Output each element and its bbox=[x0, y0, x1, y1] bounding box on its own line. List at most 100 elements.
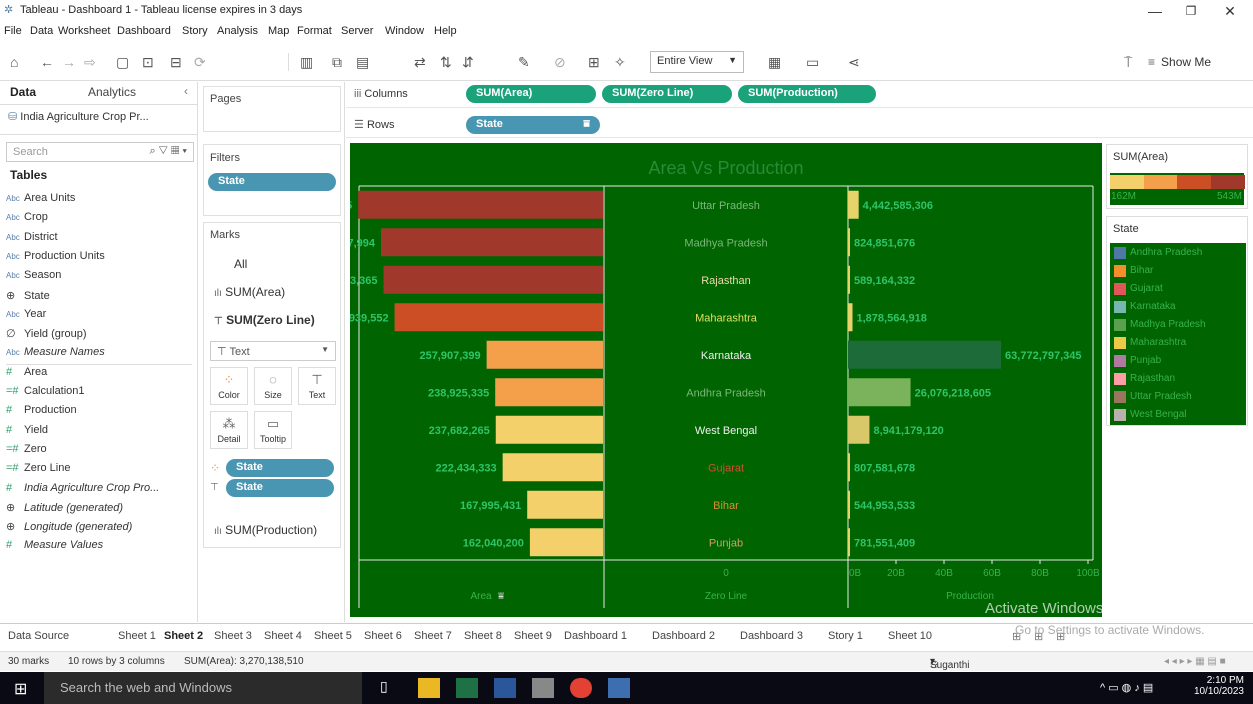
field-item[interactable]: ∅ Yield (group) bbox=[6, 327, 87, 346]
menu-format[interactable]: Format bbox=[297, 25, 332, 37]
menu-window[interactable]: Window bbox=[385, 25, 424, 37]
field-item[interactable]: # Yield bbox=[6, 424, 48, 443]
field-item[interactable]: Abc Season bbox=[6, 269, 61, 288]
task-view-icon[interactable]: ▯ bbox=[380, 678, 402, 698]
pages-card[interactable]: Pages bbox=[203, 86, 341, 132]
field-item[interactable]: # Production bbox=[6, 404, 77, 423]
datasource-item[interactable]: ⛁ India Agriculture Crop Pr... bbox=[8, 110, 149, 123]
field-item[interactable]: =# Zero Line bbox=[6, 462, 70, 481]
replay-icon[interactable]: ⇨ bbox=[84, 52, 96, 72]
sort-desc-icon[interactable]: ⇵ bbox=[462, 52, 474, 72]
field-item[interactable]: Abc Year bbox=[6, 308, 46, 327]
text-state-pill[interactable]: State bbox=[226, 479, 334, 497]
marks-area-tab[interactable]: ılı SUM(Area) bbox=[214, 285, 285, 305]
area-color-legend[interactable]: SUM(Area) 162M 543M bbox=[1106, 144, 1248, 209]
sheet-tab[interactable]: Dashboard 1 bbox=[564, 630, 627, 642]
columns-shelf[interactable]: iii Columns SUM(Area) SUM(Zero Line) SUM… bbox=[346, 82, 1253, 108]
field-item[interactable]: # Measure Values bbox=[6, 539, 103, 558]
menu-file[interactable]: File bbox=[4, 25, 22, 37]
windows-start-icon[interactable]: ⊞ bbox=[14, 679, 27, 699]
tab-data[interactable]: Data bbox=[10, 82, 36, 104]
nav-arrows-icon[interactable]: ◂ ◂ ▸ ▸ ▦ ▤ ■ bbox=[1164, 656, 1226, 667]
menu-worksheet[interactable]: Worksheet bbox=[58, 25, 110, 37]
sheet-tab[interactable]: Data Source bbox=[8, 630, 69, 642]
clear-sheet-icon[interactable]: ▤ bbox=[356, 52, 369, 72]
legend-item[interactable]: Bihar bbox=[1112, 263, 1248, 281]
detail-button[interactable]: ⁂ Detail bbox=[210, 411, 248, 449]
legend-item[interactable]: Andhra Pradesh bbox=[1112, 245, 1248, 263]
taskbar-search[interactable]: Search the web and Windows bbox=[44, 672, 362, 704]
legend-item[interactable]: Maharashtra bbox=[1112, 335, 1248, 353]
marks-all-tab[interactable]: All bbox=[234, 257, 247, 277]
highlight-icon[interactable]: ✎ bbox=[518, 52, 530, 72]
tab-analytics[interactable]: Analytics bbox=[88, 82, 136, 104]
field-item[interactable]: Abc Crop bbox=[6, 211, 48, 230]
pin-icon[interactable]: ⍑ bbox=[1124, 52, 1132, 72]
collapse-icon[interactable]: ‹ bbox=[184, 84, 188, 98]
sheet-tab[interactable]: Sheet 2 bbox=[164, 630, 203, 642]
legend-item[interactable]: Uttar Pradesh bbox=[1112, 389, 1248, 407]
tableau-taskbar-icon[interactable] bbox=[608, 678, 630, 698]
menu-data[interactable]: Data bbox=[30, 25, 53, 37]
group-icon[interactable]: ⊘ bbox=[554, 52, 566, 72]
state-color-legend[interactable]: State Andhra Pradesh Bihar Gujarat Karnatak… bbox=[1106, 216, 1248, 426]
field-item[interactable]: Abc Production Units bbox=[6, 250, 105, 269]
marks-zero-tab[interactable]: ⊤ SUM(Zero Line) bbox=[214, 313, 315, 333]
duplicate-icon[interactable]: ⧉ bbox=[332, 52, 342, 72]
menu-server[interactable]: Server bbox=[341, 25, 373, 37]
field-item[interactable]: Abc District bbox=[6, 231, 58, 250]
sheet-tab[interactable]: Sheet 8 bbox=[464, 630, 502, 642]
new-datasource-icon[interactable]: ⊡ bbox=[142, 52, 154, 72]
legend-item[interactable]: Madhya Pradesh bbox=[1112, 317, 1248, 335]
new-worksheet-icon[interactable]: ▥ bbox=[300, 52, 313, 72]
user-menu[interactable]: ⚇ Suganthi P ▾ bbox=[930, 656, 969, 682]
filters-card[interactable]: Filters State bbox=[203, 144, 341, 216]
sort-asc-icon[interactable]: ⇅ bbox=[440, 52, 452, 72]
refresh-icon[interactable]: ⟳ bbox=[194, 52, 206, 72]
field-item[interactable]: ⊕ Latitude (generated) bbox=[6, 501, 123, 520]
field-item[interactable]: Abc Area Units bbox=[6, 192, 75, 211]
sheet-tab[interactable]: Sheet 7 bbox=[414, 630, 452, 642]
legend-item[interactable]: Rajasthan bbox=[1112, 371, 1248, 389]
color-button[interactable]: ⁘ Color bbox=[210, 367, 248, 405]
field-item[interactable]: =# Zero bbox=[6, 443, 47, 462]
menu-analysis[interactable]: Analysis bbox=[217, 25, 258, 37]
search-input[interactable]: Search ⌕ ▽ ▦ ▾ bbox=[6, 142, 194, 162]
marks-production-tab[interactable]: ılı SUM(Production) bbox=[214, 523, 317, 543]
presentation-icon[interactable]: ▭ bbox=[806, 52, 819, 72]
rows-shelf[interactable]: ☰ Rows State ⩸ bbox=[346, 112, 1253, 138]
show-labels-icon[interactable]: ⊞ bbox=[588, 52, 600, 72]
system-tray-icon[interactable]: ^ ▭ ◍ ♪ ▤ bbox=[1100, 681, 1153, 694]
sheet-tab[interactable]: Sheet 5 bbox=[314, 630, 352, 642]
sheet-tab[interactable]: Sheet 9 bbox=[514, 630, 552, 642]
legend-item[interactable]: West Bengal bbox=[1112, 407, 1248, 425]
chrome-icon[interactable] bbox=[570, 678, 592, 698]
calculator-icon[interactable] bbox=[532, 678, 554, 698]
chart-area[interactable]: Area Vs Production 542,672,635 Uttar Prade… bbox=[350, 143, 1102, 617]
close-button[interactable]: ✕ bbox=[1212, 0, 1248, 22]
fit-select[interactable]: Entire View ▼ bbox=[650, 51, 744, 73]
size-button[interactable]: ◌ Size bbox=[254, 367, 292, 405]
row-pill-state[interactable]: State ⩸ bbox=[466, 116, 600, 134]
legend-item[interactable]: Punjab bbox=[1112, 353, 1248, 371]
col-pill-production[interactable]: SUM(Production) bbox=[738, 85, 876, 103]
show-me-button[interactable]: ≡ Show Me bbox=[1148, 52, 1211, 72]
sheet-tab[interactable]: Sheet 6 bbox=[364, 630, 402, 642]
color-state-pill[interactable]: State bbox=[226, 459, 334, 477]
swap-icon[interactable]: ⇄ bbox=[414, 52, 426, 72]
field-item[interactable]: ⊕ Longitude (generated) bbox=[6, 520, 132, 539]
field-item[interactable]: # Area bbox=[6, 366, 47, 385]
excel-icon[interactable] bbox=[456, 678, 478, 698]
menu-dashboard[interactable]: Dashboard bbox=[117, 25, 171, 37]
sheet-tab[interactable]: Story 1 bbox=[828, 630, 863, 642]
sheet-tab[interactable]: Sheet 4 bbox=[264, 630, 302, 642]
menu-help[interactable]: Help bbox=[434, 25, 457, 37]
tooltip-button[interactable]: ▭ Tooltip bbox=[254, 411, 292, 449]
sheet-tab[interactable]: Sheet 3 bbox=[214, 630, 252, 642]
word-icon[interactable] bbox=[494, 678, 516, 698]
pause-updates-icon[interactable]: ⊟ bbox=[170, 52, 182, 72]
file-explorer-icon[interactable] bbox=[418, 678, 440, 698]
redo-icon[interactable]: → bbox=[62, 52, 76, 72]
field-item[interactable]: =# Calculation1 bbox=[6, 385, 85, 404]
home-icon[interactable]: ⌂ bbox=[10, 52, 18, 72]
